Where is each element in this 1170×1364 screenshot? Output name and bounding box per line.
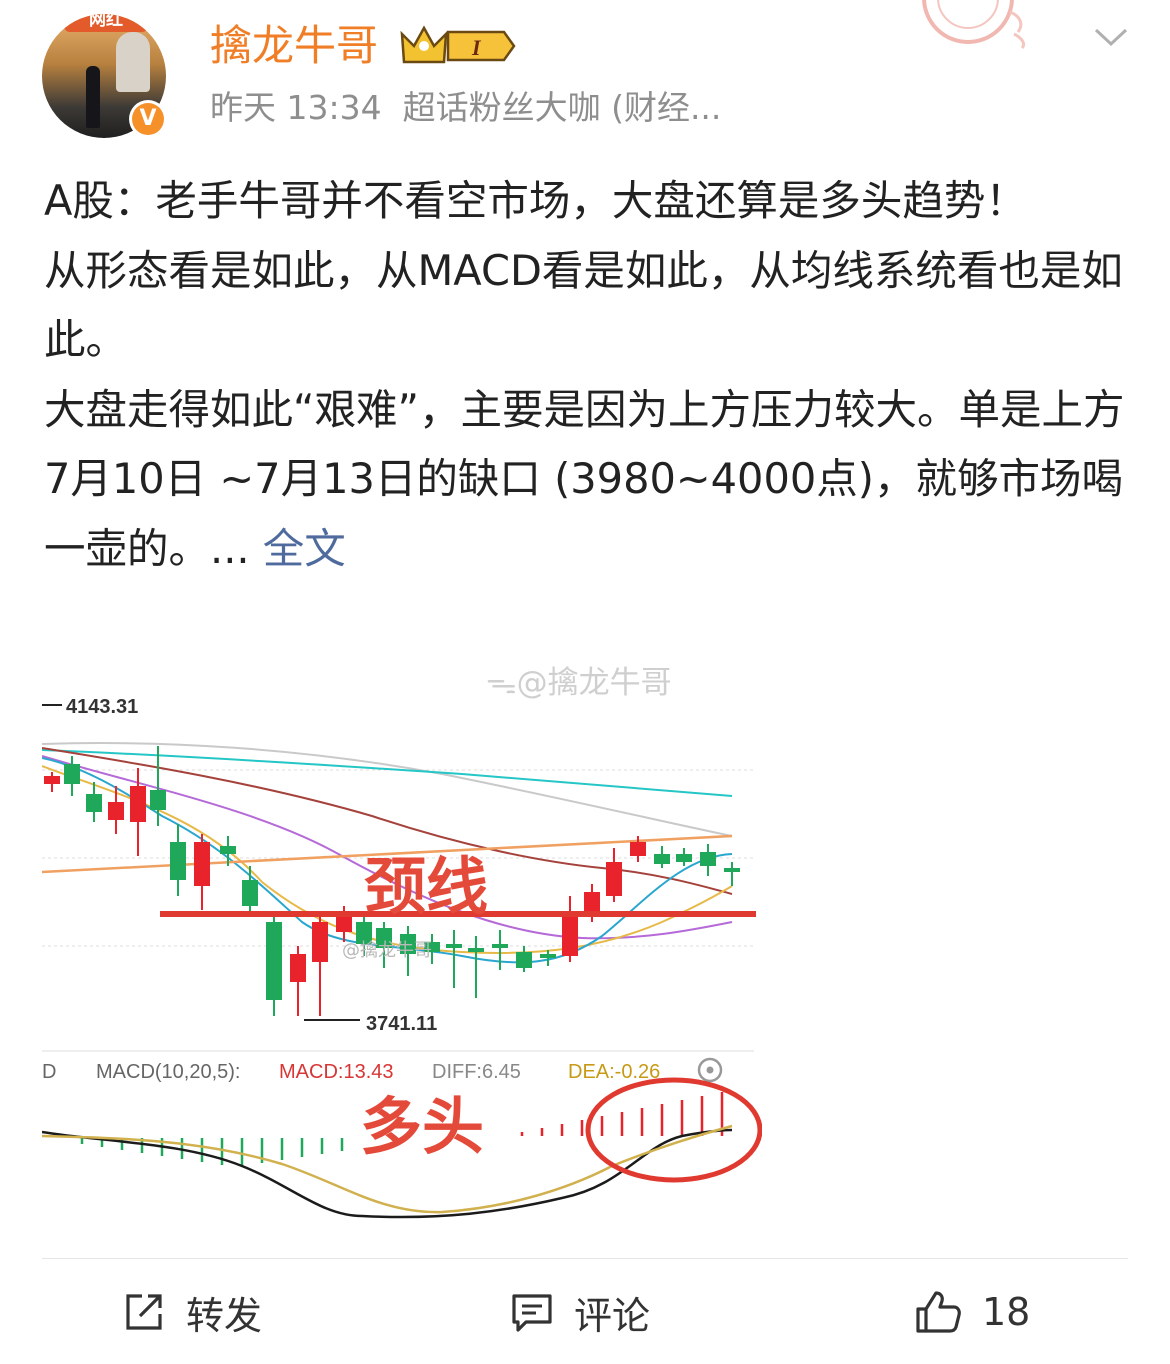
post-time: 昨天 13:34 (210, 88, 382, 127)
candle-body (266, 922, 282, 1000)
candle-body (44, 776, 60, 784)
macd-value: MACD:13.43 (279, 1061, 394, 1083)
comment-button[interactable]: 评论 (510, 1280, 650, 1344)
candle-body (540, 954, 556, 958)
candle-body (86, 794, 102, 812)
share-edit-icon (126, 1294, 162, 1330)
avatar-tag: 网红 (64, 14, 148, 32)
bull-circle (585, 1077, 762, 1183)
candle-body (108, 802, 124, 820)
candle-body (170, 842, 186, 880)
post-source[interactable]: 超话粉丝大咖 (财经... (403, 88, 722, 127)
verified-badge: V (129, 100, 167, 138)
low-price-label: 3741.11 (366, 1013, 437, 1035)
svg-text:D: D (42, 1061, 56, 1083)
post-image-chart[interactable]: 4143.31 颈线 @擒龙牛哥 3741.11 D MACD(10,20,5)… (42, 686, 762, 1226)
diff-value: DIFF:6.45 (432, 1061, 521, 1083)
thumbs-up-icon (916, 1291, 961, 1333)
candle-body (654, 854, 670, 864)
read-more-link[interactable]: 全文 (263, 524, 346, 573)
candle-body (468, 948, 484, 952)
candle-body (220, 846, 236, 854)
candle-body (242, 880, 258, 906)
high-price-label: 4143.31 (66, 696, 138, 718)
post-content: A股：老手牛哥并不看空市场，大盘还算是多头趋势！ 从形态看是如此，从MACD看是… (44, 166, 1144, 583)
candle-body (676, 854, 692, 862)
candle-body (446, 944, 462, 948)
like-button[interactable]: 18 (914, 1280, 1030, 1344)
verified-icon: V (132, 103, 164, 135)
candle-body (312, 922, 328, 962)
post-paragraph-2: 从形态看是如此，从MACD看是如此，从均线系统看也是如此。 (44, 245, 1123, 365)
post-paragraph-3-text: 大盘走得如此“艰难”，主要是因为上方压力较大。单是上方7月10日 ~7月13日的… (44, 384, 1125, 573)
candle-body (150, 790, 166, 810)
candle-body (290, 954, 306, 982)
candle-body (492, 944, 508, 948)
bull-label: 多头 (360, 1090, 484, 1163)
chevron-down-icon[interactable] (1092, 22, 1130, 52)
forward-button[interactable]: 转发 (122, 1280, 262, 1344)
author-name[interactable]: 擒龙牛哥 (210, 16, 378, 76)
action-divider (42, 1258, 1128, 1259)
candle-body (130, 786, 146, 822)
crown-icon[interactable]: I (400, 24, 518, 68)
post-paragraph-1: A股：老手牛哥并不看空市场，大盘还算是多头趋势！ (44, 176, 1027, 225)
dea-value: DEA:-0.26 (568, 1061, 660, 1083)
candle-body (516, 952, 532, 968)
comment-icon (512, 1294, 552, 1332)
neckline-label: 颈线 (364, 850, 488, 923)
stamp-icon (922, 0, 1026, 50)
candle-body (724, 868, 740, 872)
post-meta: 昨天 13:34 超话粉丝大咖 (财经... (210, 84, 721, 132)
candle-body (606, 862, 622, 896)
candle-body (562, 914, 578, 956)
candle-body (700, 852, 716, 866)
chart-inner-watermark: @擒龙牛哥 (342, 940, 432, 961)
candle-body (64, 764, 80, 784)
candle-body (630, 842, 646, 856)
comment-label: 评论 (574, 1293, 651, 1338)
like-count: 18 (982, 1290, 1031, 1334)
forward-label: 转发 (186, 1293, 263, 1338)
post-paragraph-3: 大盘走得如此“艰难”，主要是因为上方压力较大。单是上方7月10日 ~7月13日的… (44, 375, 1144, 584)
candle-body (194, 842, 210, 886)
level-badge-text: I (471, 35, 482, 60)
macd-params: MACD(10,20,5): (96, 1061, 241, 1083)
